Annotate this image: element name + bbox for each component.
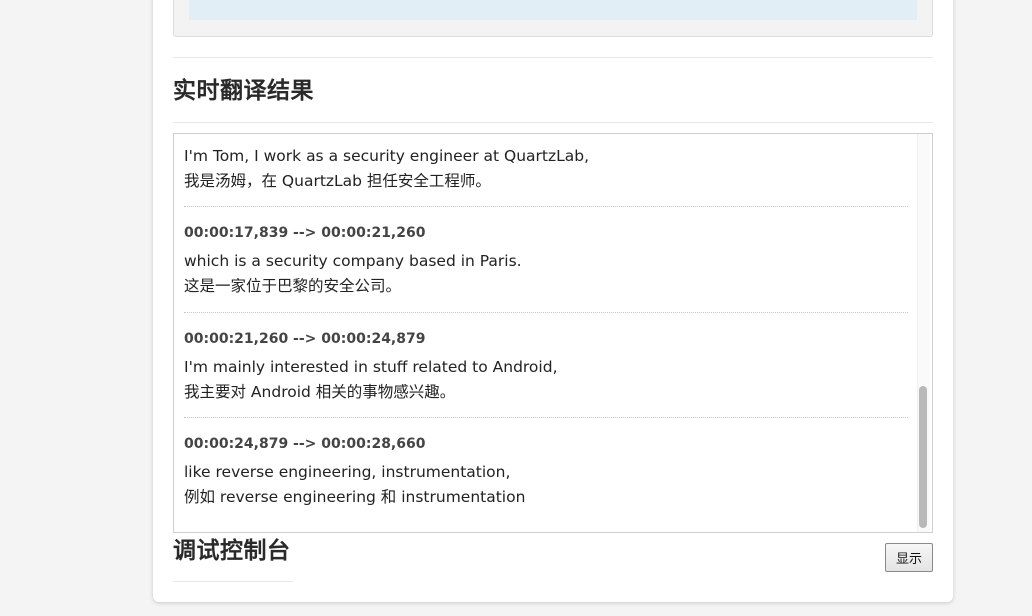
entry-separator [184, 206, 908, 207]
entry-translation-text: 例如 reverse engineering 和 instrumentation [184, 488, 526, 506]
subtitle-entry: 00:00:17,839 --> 00:00:21,260 which is a… [184, 224, 908, 299]
scrollbar-thumb[interactable] [919, 386, 927, 528]
entry-timestamp: 00:00:21,260 --> 00:00:24,879 [184, 331, 426, 347]
top-panel-content [189, 0, 917, 20]
show-console-button[interactable]: 显示 [885, 543, 933, 572]
entry-translation-text: 这是一家位于巴黎的安全公司。 [184, 277, 402, 295]
section-divider [173, 57, 933, 58]
entry-source-text: I'm mainly interested in stuff related t… [184, 358, 558, 376]
subtitle-entry: I'm Tom, I work as a security engineer a… [184, 144, 908, 194]
section-divider [173, 581, 293, 582]
results-scrollbar[interactable] [917, 134, 930, 532]
top-panel [173, 0, 933, 37]
entry-translation-text: 我主要对 Android 相关的事物感兴趣。 [184, 383, 456, 401]
entry-separator [184, 312, 908, 313]
entry-timestamp: 00:00:17,839 --> 00:00:21,260 [184, 225, 426, 241]
subtitle-entry: 00:00:21,260 --> 00:00:24,879 I'm mainly… [184, 330, 908, 405]
main-card: 实时翻译结果 I'm Tom, I work as a security eng… [153, 0, 953, 602]
entry-separator [184, 417, 908, 418]
entry-translation-text: 我是汤姆，在 QuartzLab 担任安全工程师。 [184, 172, 491, 190]
entry-source-text: which is a security company based in Par… [184, 252, 522, 270]
console-section-title: 调试控制台 [173, 538, 291, 564]
translation-results-box[interactable]: I'm Tom, I work as a security engineer a… [173, 133, 933, 533]
entry-source-text: like reverse engineering, instrumentatio… [184, 463, 511, 481]
entry-timestamp: 00:00:24,879 --> 00:00:28,660 [184, 436, 426, 452]
entry-source-text: I'm Tom, I work as a security engineer a… [184, 147, 590, 165]
results-section-title: 实时翻译结果 [173, 78, 314, 104]
section-divider [173, 122, 933, 123]
subtitle-entry: 00:00:24,879 --> 00:00:28,660 like rever… [184, 435, 908, 510]
results-scroll-area[interactable]: I'm Tom, I work as a security engineer a… [184, 134, 908, 532]
